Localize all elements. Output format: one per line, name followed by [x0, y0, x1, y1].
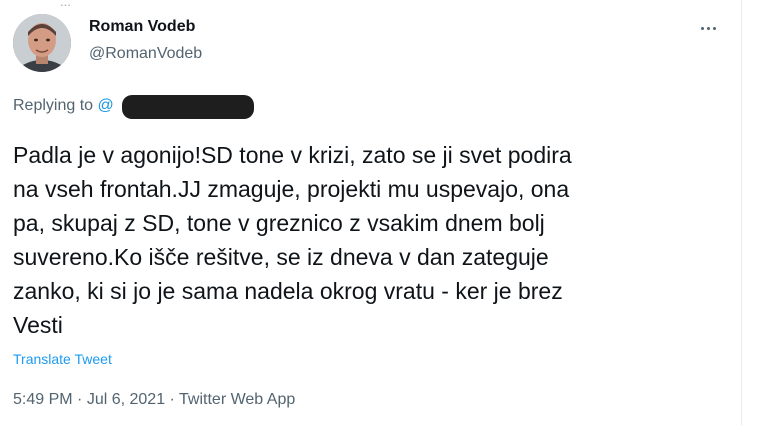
redacted-mention — [122, 95, 254, 119]
translate-tweet-link[interactable]: Translate Tweet — [13, 351, 112, 367]
author-handle[interactable]: @RomanVodeb — [89, 45, 202, 63]
replying-to: Replying to @ — [13, 97, 114, 115]
avatar[interactable] — [13, 14, 71, 72]
meta-separator: · — [72, 391, 87, 408]
tweet-detail: ... Roman Vodeb @RomanVodeb Replying to … — [0, 0, 771, 425]
avatar-photo-icon — [13, 14, 71, 72]
replying-to-label: Replying to — [13, 97, 94, 114]
column-divider — [741, 0, 742, 425]
previous-tweet-fragment: ... — [60, 0, 71, 9]
tweet-time[interactable]: 5:49 PM — [13, 391, 73, 408]
reply-mention-link[interactable]: @ — [98, 97, 114, 115]
tweet-metadata: 5:49 PM · Jul 6, 2021 · Twitter Web App — [13, 391, 295, 409]
ellipsis-horizontal-icon — [700, 26, 704, 30]
ellipsis-dot — [712, 26, 716, 30]
author-name[interactable]: Roman Vodeb — [89, 18, 195, 36]
tweet-date[interactable]: Jul 6, 2021 — [87, 391, 165, 408]
tweet-text: Padla je v agonijo!SD tone v krizi, zato… — [13, 142, 572, 338]
tweet-source[interactable]: Twitter Web App — [179, 391, 295, 408]
more-options-button[interactable] — [694, 16, 722, 40]
ellipsis-dot — [706, 26, 710, 30]
meta-separator: · — [165, 391, 180, 408]
